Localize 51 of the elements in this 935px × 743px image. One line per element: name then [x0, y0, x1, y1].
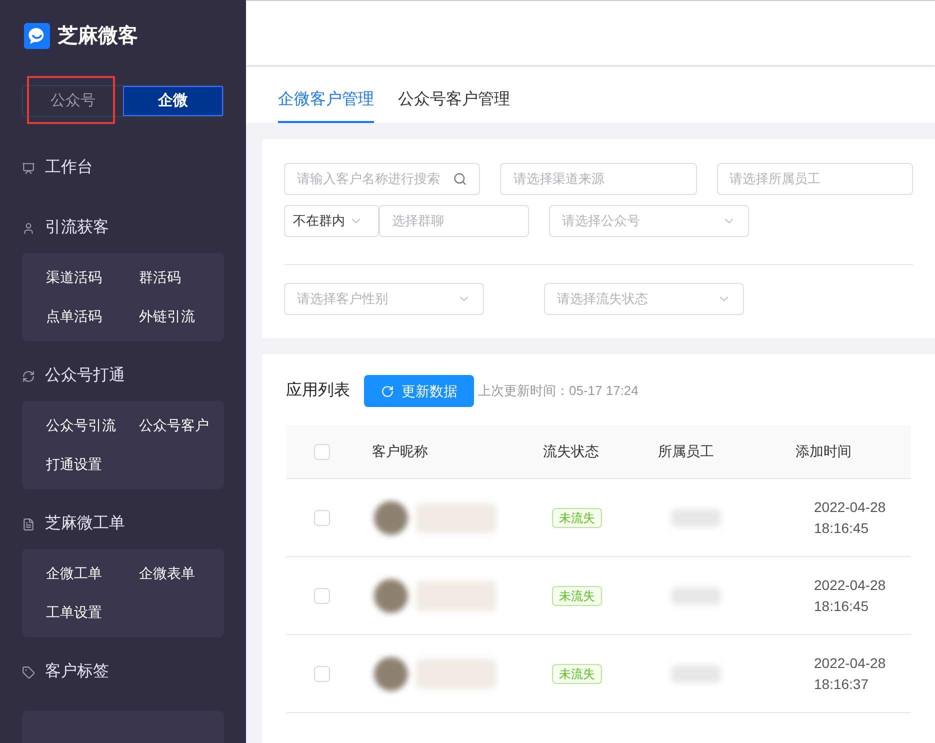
checkbox[interactable]	[314, 666, 330, 682]
date-text: 2022-04-28	[814, 654, 886, 672]
status-tag: 未流失	[552, 508, 602, 528]
chat-bubble-logo-icon	[24, 23, 50, 49]
date-text: 2022-04-28	[814, 498, 886, 516]
column-header: 所属员工	[658, 442, 714, 458]
list-title: 应用列表	[286, 380, 350, 401]
submenu-item[interactable]: 工单设置	[46, 602, 139, 623]
submenu-item[interactable]: 公众号客户	[139, 415, 209, 436]
submenu-item[interactable]: 打通设置	[46, 454, 139, 475]
avatar-placeholder	[374, 656, 408, 690]
submenu-item[interactable]: 企微表单	[139, 563, 200, 584]
refresh-icon	[380, 384, 394, 398]
avatar-placeholder	[374, 578, 408, 612]
tab[interactable]: 企微客户管理	[278, 88, 374, 123]
menu-group[interactable]: 芝麻微工单	[45, 512, 125, 536]
submenu-item[interactable]: 渠道活码	[46, 267, 139, 288]
time-text: 18:16:45	[814, 518, 870, 538]
column-header: 流失状态	[543, 442, 600, 458]
avatar-placeholder	[374, 500, 408, 534]
tag-icon	[22, 666, 35, 678]
search-icon	[453, 172, 468, 186]
document-icon	[22, 518, 35, 530]
time-text: 18:16:45	[814, 596, 870, 616]
switch-tab[interactable]: 企微	[123, 86, 223, 116]
menu-group[interactable]: 客户标签	[45, 660, 109, 684]
date-text: 2022-04-28	[814, 576, 886, 594]
presentation-board-icon	[22, 162, 35, 174]
refresh-icon	[22, 370, 35, 382]
status-tag: 未流失	[552, 586, 602, 606]
menu-group[interactable]: 引流获客	[45, 216, 109, 240]
column-header: 添加时间	[795, 442, 852, 458]
last-update-text: 上次更新时间：05-17 17:24	[478, 382, 638, 400]
submenu-item[interactable]: 公众号引流	[46, 415, 139, 436]
group-mode-select[interactable]: 不在群内	[284, 205, 379, 237]
checkbox[interactable]	[314, 510, 330, 526]
switch-tab[interactable]: 公众号	[23, 86, 123, 116]
tab[interactable]: 公众号客户管理	[398, 88, 510, 123]
submenu-item[interactable]: 点单活码	[46, 306, 139, 327]
menu-group[interactable]: 工作台	[45, 156, 93, 180]
submenu-item[interactable]: 企微工单	[46, 563, 139, 584]
app-title: 芝麻微客	[58, 24, 138, 49]
submenu-item[interactable]: 外链引流	[139, 306, 200, 327]
submenu-item[interactable]: 群活码	[139, 267, 200, 288]
menu-group[interactable]: 公众号打通	[45, 364, 125, 388]
time-text: 18:16:37	[814, 674, 870, 694]
column-header: 客户昵称	[372, 442, 428, 458]
checkbox[interactable]	[314, 444, 330, 460]
user-icon	[22, 222, 35, 234]
checkbox[interactable]	[314, 588, 330, 604]
status-tag: 未流失	[552, 664, 602, 684]
